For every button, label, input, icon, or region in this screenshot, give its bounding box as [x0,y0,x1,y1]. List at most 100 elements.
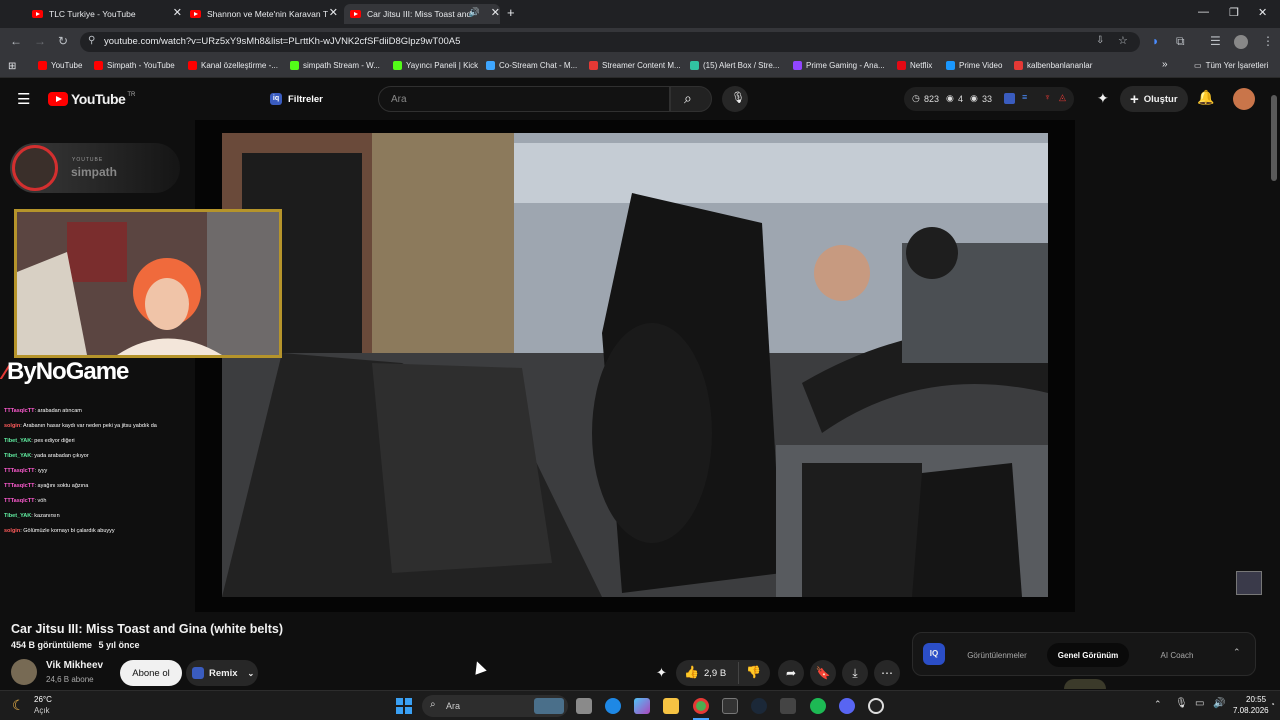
sparkle-icon[interactable]: ✦ [656,665,667,681]
bookmark-item[interactable]: Yayıncı Paneli | Kick [393,61,478,70]
copilot-icon[interactable] [634,698,650,714]
start-windows-icon[interactable] [396,698,412,714]
video-frame[interactable] [222,133,1048,597]
monitor-icon[interactable]: ▭ [1195,698,1204,709]
browser-tab-strip: TLC Turkiye - YouTube ✕ Shannon ve Mete'… [0,0,1280,28]
share-button[interactable]: ➦ [778,660,804,686]
owner-name[interactable]: Vik Mikheev [46,660,103,671]
minimize-button[interactable]: — [1198,6,1209,18]
dislike-icon[interactable]: 👎 [746,665,761,679]
tray-chevron-icon[interactable]: ⌃ [1154,699,1162,710]
owner-avatar[interactable] [11,659,37,685]
bulb-icon[interactable]: ♆ [1044,92,1051,102]
bookmark-item[interactable]: Simpath - YouTube [94,61,175,70]
gaming-icon[interactable]: ✦ [1097,90,1109,107]
apps-grid-icon[interactable]: ⊞ [8,61,16,72]
tab-karavan[interactable]: Shannon ve Mete'nin Karavan T ✕ [190,4,338,24]
filters-button[interactable]: iq Filtreler [262,88,331,110]
hamburger-menu-icon[interactable]: ☰ [17,90,30,108]
bookmark-star-icon[interactable]: ☆ [1118,34,1128,47]
download-button[interactable]: ⤓ [842,660,868,686]
clock-date: 7.08.2026 [1233,706,1269,715]
tab-tlc-turkiye[interactable]: TLC Turkiye - YouTube ✕ [32,4,182,24]
youtube-logo[interactable]: YouTube TR [48,91,135,107]
stream-deck-icon[interactable] [1236,571,1262,595]
notifications-bell-icon[interactable]: 🔔 [1197,89,1214,106]
extensions-puzzle-icon[interactable]: ⧉ [1176,34,1185,49]
close-tab-icon[interactable]: ✕ [329,6,338,19]
voice-search-button[interactable]: 🎙 [722,86,748,112]
page-scrollbar[interactable] [1271,95,1277,181]
tab-ai-coach[interactable]: AI Coach [1139,643,1215,667]
profile-avatar[interactable] [1234,35,1248,49]
bookmark-item[interactable]: Prime Video [946,61,1002,70]
suggested-thumbnail[interactable] [1064,679,1106,689]
bookmark-item[interactable]: Netflix [897,61,932,70]
notifications-icon[interactable]: ◔ [1270,700,1275,709]
taskbar-search-input[interactable]: ⌕ Ara [422,695,568,717]
back-icon[interactable]: ← [10,34,22,48]
volume-icon[interactable]: 🔊 [1213,698,1225,709]
steam-icon[interactable] [751,698,767,714]
chat-message: Tibet_YAK: kazanırsın [4,513,60,519]
bookmark-item[interactable]: (15) Alert Box / Stre... [690,61,779,70]
search-button[interactable]: ⌕ [670,86,712,112]
more-bookmarks-icon[interactable]: » [1162,59,1168,70]
microphone-icon[interactable]: 🎙 [1175,698,1188,709]
bookmark-favicon-icon [897,61,906,70]
like-icon[interactable]: 👍 [684,665,699,679]
reload-icon[interactable]: ↻ [58,34,68,48]
all-bookmarks-folder[interactable]: ▭ Tüm Yer İşaretleri [1194,61,1268,70]
bookmark-item[interactable]: kalbenbanlananlar [1014,61,1092,70]
iq-icon[interactable] [1004,93,1015,104]
new-tab-button[interactable]: + [507,5,515,20]
file-explorer-icon[interactable] [663,698,679,714]
spotify-icon[interactable] [810,698,826,714]
app-icon[interactable] [780,698,796,714]
more-actions-button[interactable]: ⋯ [874,660,900,686]
remix-button[interactable]: Remix ⌄ [186,660,258,686]
epic-games-icon[interactable] [722,698,738,714]
forward-icon[interactable]: → [34,34,46,48]
alert-icon[interactable]: ◬ [1059,92,1066,103]
obs-icon[interactable] [868,698,884,714]
stats-pill[interactable]: ◷ 823 ◉ 4 ◉ 33 ≡ ♆ ◬ [904,87,1074,111]
plus-icon: + [1130,90,1139,108]
media-control-icon[interactable]: ☰ [1210,34,1221,48]
browser-menu-icon[interactable]: ⋮ [1262,34,1274,48]
address-bar[interactable]: ⚲ youtube.com/watch?v=URz5xY9sMh8&list=P… [80,32,1140,52]
bookmark-favicon-icon [690,61,699,70]
close-tab-icon[interactable]: ✕ [173,6,182,19]
edge-icon[interactable] [605,698,621,714]
bookmark-item[interactable]: Co-Stream Chat - M... [486,61,577,70]
bookmark-item[interactable]: Kanal özelleştirme -... [188,61,278,70]
chat-user: TTTasqlcTT [4,498,35,504]
close-window-button[interactable]: ✕ [1258,6,1267,19]
site-info-icon[interactable]: ⚲ [88,35,95,46]
tab-car-jitsu[interactable]: Car Jitsu III: Miss Toast and 🔊 ✕ [344,4,500,24]
close-tab-icon[interactable]: ✕ [491,6,500,19]
discord-icon[interactable] [839,698,855,714]
tab-overview[interactable]: Genel Görünüm [1047,643,1129,667]
subscribe-button[interactable]: Abone ol [120,660,182,686]
chat-message: TTTasqlcTT: ıyyy [4,468,47,474]
chevron-up-icon[interactable]: ⌃ [1233,647,1241,658]
bookmark-item[interactable]: YouTube [38,61,82,70]
install-app-icon[interactable]: ⇩ [1096,35,1104,46]
bookmark-item[interactable]: Streamer Content M... [589,61,681,70]
save-button[interactable]: 🔖 [810,660,836,686]
speaker-icon[interactable]: 🔊 [469,7,480,18]
weather-moon-icon[interactable]: ☾ [12,697,25,714]
chrome-icon[interactable] [693,698,709,714]
create-button[interactable]: + Oluştur [1120,86,1188,112]
tab-views[interactable]: Görüntülenmeler [959,643,1035,667]
bookmark-item[interactable]: Prime Gaming - Ana... [793,61,885,70]
list-icon[interactable]: ≡ [1022,92,1027,102]
bookmark-item[interactable]: simpath Stream - W... [290,61,380,70]
chat-user: Tibet_YAK [4,513,32,519]
account-avatar[interactable] [1233,88,1255,110]
search-input[interactable]: Ara [378,86,670,112]
task-view-icon[interactable] [576,698,592,714]
extension-icon[interactable]: ◗ [1152,34,1159,48]
maximize-button[interactable]: ❐ [1229,6,1239,19]
